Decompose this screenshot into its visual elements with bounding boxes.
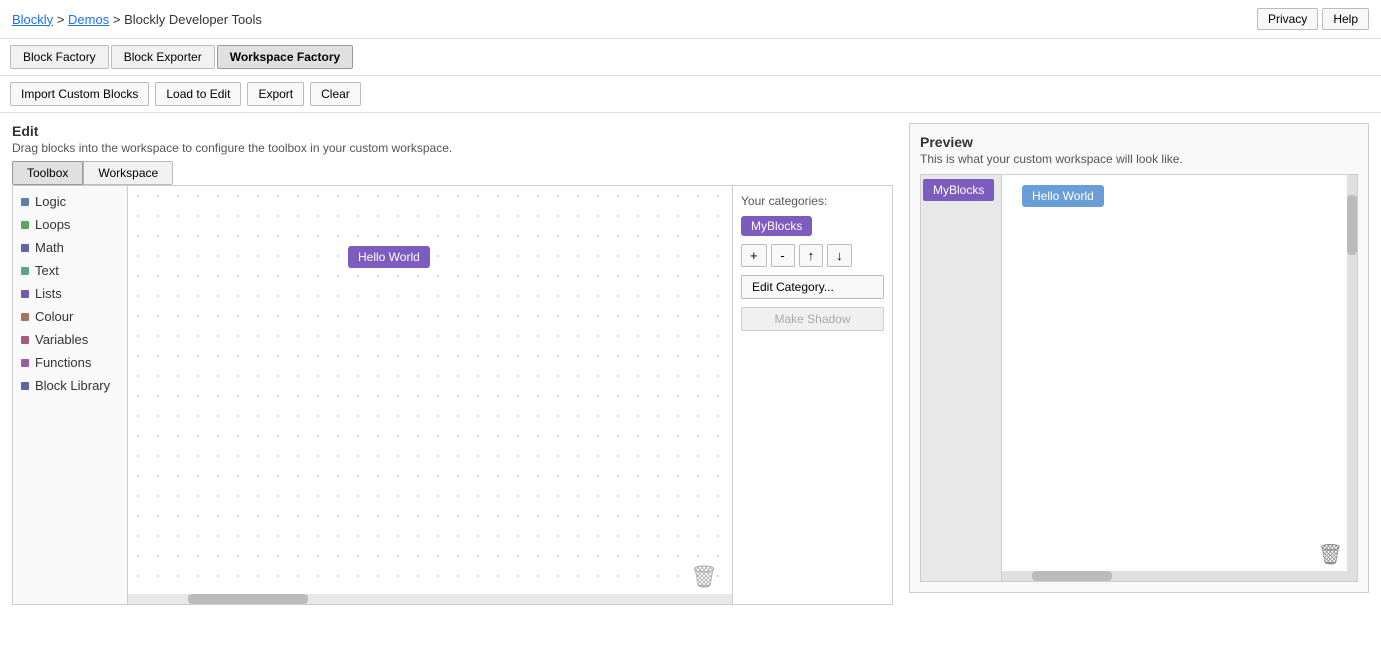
- preview-description: This is what your custom workspace will …: [920, 152, 1358, 166]
- top-bar: Blockly > Demos > Blockly Developer Tool…: [0, 0, 1381, 39]
- edit-section: Edit Drag blocks into the workspace to c…: [12, 123, 893, 605]
- move-down-category-button[interactable]: ↓: [827, 244, 852, 267]
- functions-color: [21, 359, 29, 367]
- horizontal-scrollbar[interactable]: [128, 594, 732, 604]
- move-up-category-button[interactable]: ↑: [799, 244, 824, 267]
- categories-title: Your categories:: [741, 194, 884, 208]
- toolbox-text[interactable]: Text: [13, 259, 127, 282]
- tab-workspace-factory[interactable]: Workspace Factory: [217, 45, 354, 69]
- toolbox-text-label: Text: [35, 263, 59, 278]
- preview-canvas-area: Hello World 🗑: [1001, 175, 1357, 581]
- toolbox-variables[interactable]: Variables: [13, 328, 127, 351]
- toolbox-functions-label: Functions: [35, 355, 91, 370]
- preview-hello-world-block[interactable]: Hello World: [1022, 185, 1104, 207]
- breadcrumb-sep2: >: [113, 12, 124, 27]
- toolbox-lists[interactable]: Lists: [13, 282, 127, 305]
- preview-vertical-scrollbar-thumb[interactable]: [1347, 195, 1357, 255]
- remove-category-button[interactable]: -: [771, 244, 795, 267]
- edit-category-button[interactable]: Edit Category...: [741, 275, 884, 299]
- toolbox-loops[interactable]: Loops: [13, 213, 127, 236]
- variables-color: [21, 336, 29, 344]
- toolbox-colour-label: Colour: [35, 309, 73, 324]
- top-right-buttons: Privacy Help: [1257, 8, 1369, 30]
- lists-color: [21, 290, 29, 298]
- load-to-edit-button[interactable]: Load to Edit: [155, 82, 241, 106]
- workspace-block[interactable]: Hello World: [348, 246, 430, 268]
- category-myblocks[interactable]: MyBlocks: [741, 216, 884, 236]
- toolbox-logic-label: Logic: [35, 194, 66, 209]
- help-button[interactable]: Help: [1322, 8, 1369, 30]
- category-controls: + - ↑ ↓: [741, 244, 884, 267]
- preview-box: Preview This is what your custom workspa…: [909, 123, 1369, 593]
- toolbox-math-label: Math: [35, 240, 64, 255]
- toolbox-block-library-label: Block Library: [35, 378, 110, 393]
- toolbox-logic[interactable]: Logic: [13, 190, 127, 213]
- inner-tabs: Toolbox Workspace: [12, 161, 893, 185]
- breadcrumb: Blockly > Demos > Blockly Developer Tool…: [12, 12, 262, 27]
- edit-workspace-row: Logic Loops Math Text Lists: [12, 185, 893, 605]
- preview-horizontal-scrollbar-thumb[interactable]: [1032, 571, 1112, 581]
- preview-title: Preview: [920, 134, 1358, 150]
- toolbox-colour[interactable]: Colour: [13, 305, 127, 328]
- toolbox-sidebar: Logic Loops Math Text Lists: [13, 186, 128, 604]
- clear-button[interactable]: Clear: [310, 82, 361, 106]
- workspace-canvas[interactable]: Hello World 🗑: [128, 186, 732, 604]
- colour-color: [21, 313, 29, 321]
- export-button[interactable]: Export: [247, 82, 304, 106]
- breadcrumb-sep1: >: [57, 12, 68, 27]
- toolbox-block-library[interactable]: Block Library: [13, 374, 127, 397]
- block-library-color: [21, 382, 29, 390]
- preview-myblocks-button[interactable]: MyBlocks: [923, 179, 994, 201]
- preview-trash-icon[interactable]: 🗑: [1318, 542, 1343, 567]
- action-bar: Import Custom Blocks Load to Edit Export…: [0, 76, 1381, 113]
- category-myblocks-tag[interactable]: MyBlocks: [741, 216, 812, 236]
- preview-vertical-scrollbar[interactable]: [1347, 175, 1357, 581]
- logic-color: [21, 198, 29, 206]
- tab-block-exporter[interactable]: Block Exporter: [111, 45, 215, 69]
- preview-workspace: MyBlocks Hello World 🗑: [920, 174, 1358, 582]
- trash-icon[interactable]: 🗑: [690, 564, 718, 590]
- toolbox-functions[interactable]: Functions: [13, 351, 127, 374]
- toolbox-loops-label: Loops: [35, 217, 70, 232]
- add-category-button[interactable]: +: [741, 244, 767, 267]
- toolbox-math[interactable]: Math: [13, 236, 127, 259]
- math-color: [21, 244, 29, 252]
- text-color: [21, 267, 29, 275]
- edit-description: Drag blocks into the workspace to config…: [12, 141, 893, 155]
- tab-block-factory[interactable]: Block Factory: [10, 45, 109, 69]
- main-content: Edit Drag blocks into the workspace to c…: [0, 113, 1381, 615]
- import-custom-blocks-button[interactable]: Import Custom Blocks: [10, 82, 149, 106]
- categories-panel: Your categories: MyBlocks + - ↑ ↓ Edit C…: [732, 186, 892, 604]
- horizontal-scrollbar-thumb[interactable]: [188, 594, 308, 604]
- breadcrumb-demos[interactable]: Demos: [68, 12, 109, 27]
- preview-toolbar: MyBlocks: [921, 175, 996, 581]
- preview-horizontal-scrollbar[interactable]: [1002, 571, 1347, 581]
- edit-title: Edit: [12, 123, 893, 139]
- breadcrumb-blockly[interactable]: Blockly: [12, 12, 53, 27]
- privacy-button[interactable]: Privacy: [1257, 8, 1318, 30]
- preview-section: Preview This is what your custom workspa…: [909, 123, 1369, 605]
- toolbox-variables-label: Variables: [35, 332, 88, 347]
- make-shadow-button: Make Shadow: [741, 307, 884, 331]
- inner-tab-workspace[interactable]: Workspace: [83, 161, 173, 185]
- tab-bar: Block Factory Block Exporter Workspace F…: [0, 39, 1381, 76]
- loops-color: [21, 221, 29, 229]
- breadcrumb-current: Blockly Developer Tools: [124, 12, 262, 27]
- toolbox-lists-label: Lists: [35, 286, 62, 301]
- inner-tab-toolbox[interactable]: Toolbox: [12, 161, 83, 185]
